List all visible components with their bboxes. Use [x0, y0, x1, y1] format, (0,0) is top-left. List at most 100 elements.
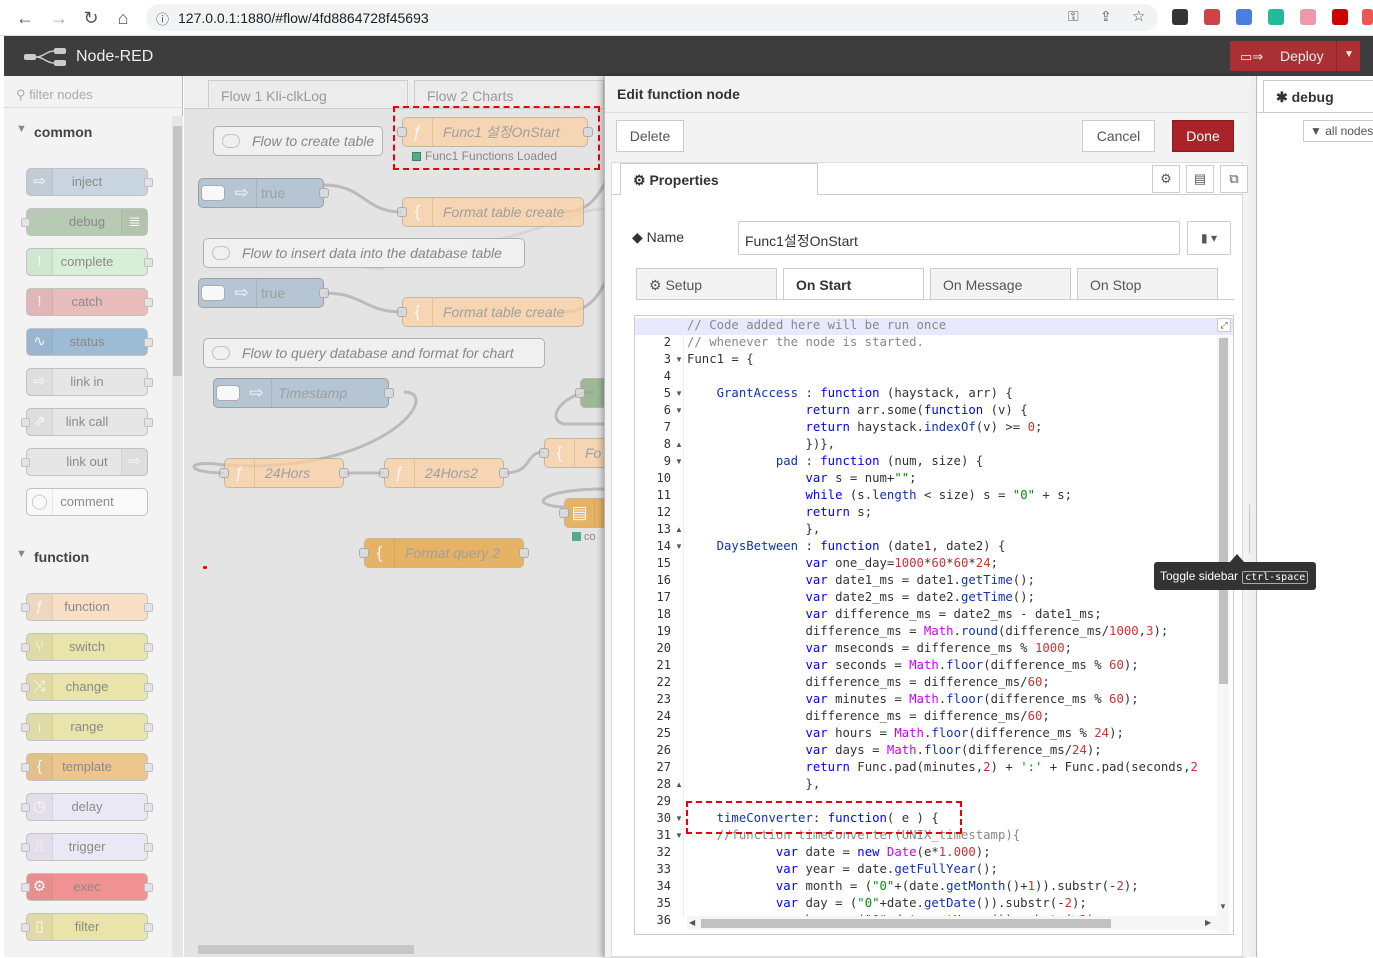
- info-icon[interactable]: ⓘ: [156, 9, 169, 28]
- palette-node-switch[interactable]: ⑂ switch: [21, 633, 153, 661]
- chevron-down-icon: ▼: [16, 123, 27, 135]
- palette-node-link-out[interactable]: link out ⇨: [21, 448, 148, 476]
- palette-node-exec[interactable]: ⚙ exec: [21, 873, 153, 901]
- description-doc-icon[interactable]: ▤: [1186, 165, 1214, 193]
- editor-hscroll-thumb[interactable]: [701, 919, 1111, 928]
- inject-button-icon[interactable]: [201, 185, 225, 201]
- home-icon[interactable]: ⌂: [112, 7, 134, 29]
- template-node-format-query-2[interactable]: {Format query 2: [359, 538, 529, 568]
- palette-node-filter[interactable]: ▯ filter: [21, 913, 153, 941]
- canvas-hscroll-thumb[interactable]: [198, 945, 414, 954]
- template-icon: {: [365, 539, 395, 567]
- cancel-button[interactable]: Cancel: [1082, 120, 1155, 152]
- palette-scrollbar[interactable]: [172, 116, 183, 957]
- name-input[interactable]: Func1설정OnStart: [738, 221, 1180, 255]
- palette-node-inject[interactable]: ⇨ inject: [26, 168, 153, 196]
- key-icon[interactable]: ⚿: [1068, 8, 1079, 25]
- inject-node-true-2[interactable]: ⇨ true: [198, 278, 329, 308]
- extension-lock-icon[interactable]: [1172, 9, 1188, 25]
- palette-node-debug[interactable]: debug ≣: [21, 208, 148, 236]
- deploy-button[interactable]: ▭⇒ Deploy ▼: [1230, 41, 1360, 71]
- palette-node-trigger[interactable]: ⎍ trigger: [21, 833, 153, 861]
- palette-node-status[interactable]: ∿ status: [26, 328, 153, 356]
- palette-filter-input[interactable]: ⚲ filter nodes: [4, 80, 183, 108]
- function-node-24hors2[interactable]: ƒ 24Hors2: [379, 458, 509, 488]
- palette-category-common[interactable]: ▼ common: [4, 116, 176, 146]
- code-line: var day = ("0"+date.getDate()).substr(-2…: [775, 896, 1087, 910]
- inject-node-true-1[interactable]: ⇨ true: [198, 178, 329, 208]
- browser-toolbar: ← → ↻ ⌂ ⓘ 127.0.0.1:1880/#flow/4fd886472…: [0, 0, 1373, 36]
- star-icon[interactable]: ☆: [1132, 7, 1145, 25]
- code-line: var minutes = Math.floor(difference_ms %…: [805, 692, 1139, 706]
- tab-flow1[interactable]: Flow 1 Kli-clkLog: [208, 80, 408, 108]
- back-icon[interactable]: ←: [14, 7, 36, 29]
- tab-setup[interactable]: ⚙ Setup: [636, 268, 777, 300]
- palette-node-complete[interactable]: ! complete: [26, 248, 153, 276]
- template-node-format-table-2[interactable]: {Format table create: [397, 297, 584, 327]
- partial-node[interactable]: [575, 378, 604, 408]
- expand-editor-icon[interactable]: ⤢: [1217, 318, 1231, 332]
- tab-on-message[interactable]: On Message: [930, 268, 1071, 300]
- template-node-fo[interactable]: {Fo: [539, 438, 604, 468]
- editor-vscroll-thumb[interactable]: [1219, 338, 1228, 684]
- function-node-24hors[interactable]: ƒ 24Hors: [219, 458, 349, 488]
- node-label: Flow to query database and format for ch…: [242, 345, 514, 361]
- tab-flow2[interactable]: Flow 2 Charts: [414, 80, 604, 108]
- code-editor[interactable]: 123▼45▼6▼78▲9▼10111213▲14▼15161718192021…: [634, 315, 1234, 935]
- palette-node-link-call[interactable]: ⇗ link call: [21, 408, 153, 436]
- extension-more-icon[interactable]: [1362, 9, 1373, 25]
- filter-label: all nodes: [1325, 124, 1373, 138]
- deploy-menu-chevron-icon[interactable]: ▼: [1344, 49, 1354, 60]
- inject-button-icon[interactable]: [216, 385, 240, 401]
- icon-picker-button[interactable]: ▮ ▾: [1187, 221, 1231, 255]
- done-button[interactable]: Done: [1172, 120, 1234, 152]
- change-icon: ⤨: [27, 674, 53, 700]
- palette-node-change[interactable]: ⤨ change: [21, 673, 153, 701]
- debug-filter-button[interactable]: ▼ all nodes: [1303, 120, 1373, 142]
- appearance-frame-icon[interactable]: ⧉: [1220, 165, 1248, 193]
- code-line: difference_ms = difference_ms/60;: [687, 709, 1050, 723]
- extension-cast-icon[interactable]: [1204, 9, 1220, 25]
- scroll-down-icon[interactable]: ▼: [1219, 902, 1227, 911]
- extension-pink-icon[interactable]: [1300, 9, 1316, 25]
- node-settings-gear-icon[interactable]: ⚙: [1152, 165, 1180, 193]
- tab-on-stop[interactable]: On Stop: [1077, 268, 1218, 300]
- code-line: return arr.some(function (v) {: [805, 403, 1028, 417]
- palette-node-comment[interactable]: ◯ comment: [26, 488, 148, 516]
- sidebar-separator[interactable]: [1250, 76, 1256, 957]
- database-node[interactable]: ▤: [559, 498, 604, 528]
- scroll-right-icon[interactable]: ▶: [1205, 918, 1211, 927]
- inject-node-timestamp[interactable]: ⇨ Timestamp: [213, 378, 394, 408]
- comment-node[interactable]: Flow to insert data into the database ta…: [203, 238, 525, 268]
- divider: [683, 316, 684, 916]
- code-line: DaysBetween : function (date1, date2) {: [716, 539, 1006, 553]
- extension-pdf-icon[interactable]: [1332, 9, 1348, 25]
- template-icon: {: [403, 198, 433, 226]
- comment-node[interactable]: Flow to query database and format for ch…: [203, 338, 545, 368]
- palette-node-delay[interactable]: ◷ delay: [21, 793, 153, 821]
- reload-icon[interactable]: ↻: [80, 7, 102, 29]
- template-node-format-table-1[interactable]: {Format table create: [397, 197, 584, 227]
- wire-layer: [192, 182, 604, 509]
- palette-node-function[interactable]: ƒ function: [21, 593, 153, 621]
- address-bar[interactable]: ⓘ 127.0.0.1:1880/#flow/4fd8864728f45693 …: [146, 4, 1158, 31]
- flow-canvas[interactable]: Flow to create table ƒ Func1 설정OnStart Fu…: [184, 108, 604, 957]
- share-icon[interactable]: ⇪: [1100, 8, 1112, 25]
- palette-node-range[interactable]: ᵢ range: [21, 713, 153, 741]
- extension-translate-icon[interactable]: [1236, 9, 1252, 25]
- forward-icon[interactable]: →: [48, 7, 70, 29]
- code-line: var date = new Date(e*1.000);: [775, 845, 991, 859]
- tab-properties[interactable]: ⚙ Properties: [620, 163, 818, 195]
- database-icon: ▤: [565, 499, 595, 527]
- palette-category-function[interactable]: ▼ function: [4, 541, 176, 571]
- delete-button[interactable]: Delete: [616, 120, 684, 152]
- palette-node-link-in[interactable]: ⇨ link in: [26, 368, 153, 396]
- inject-button-icon[interactable]: [201, 285, 225, 301]
- extension-green-icon[interactable]: [1268, 9, 1284, 25]
- tab-debug[interactable]: ✱ debug: [1263, 80, 1373, 112]
- palette-node-template[interactable]: {template: [21, 753, 153, 781]
- palette-node-catch[interactable]: ! catch: [26, 288, 153, 316]
- scroll-left-icon[interactable]: ◀: [689, 918, 695, 927]
- comment-node[interactable]: Flow to create table: [213, 126, 383, 156]
- tab-on-start[interactable]: On Start: [783, 268, 924, 300]
